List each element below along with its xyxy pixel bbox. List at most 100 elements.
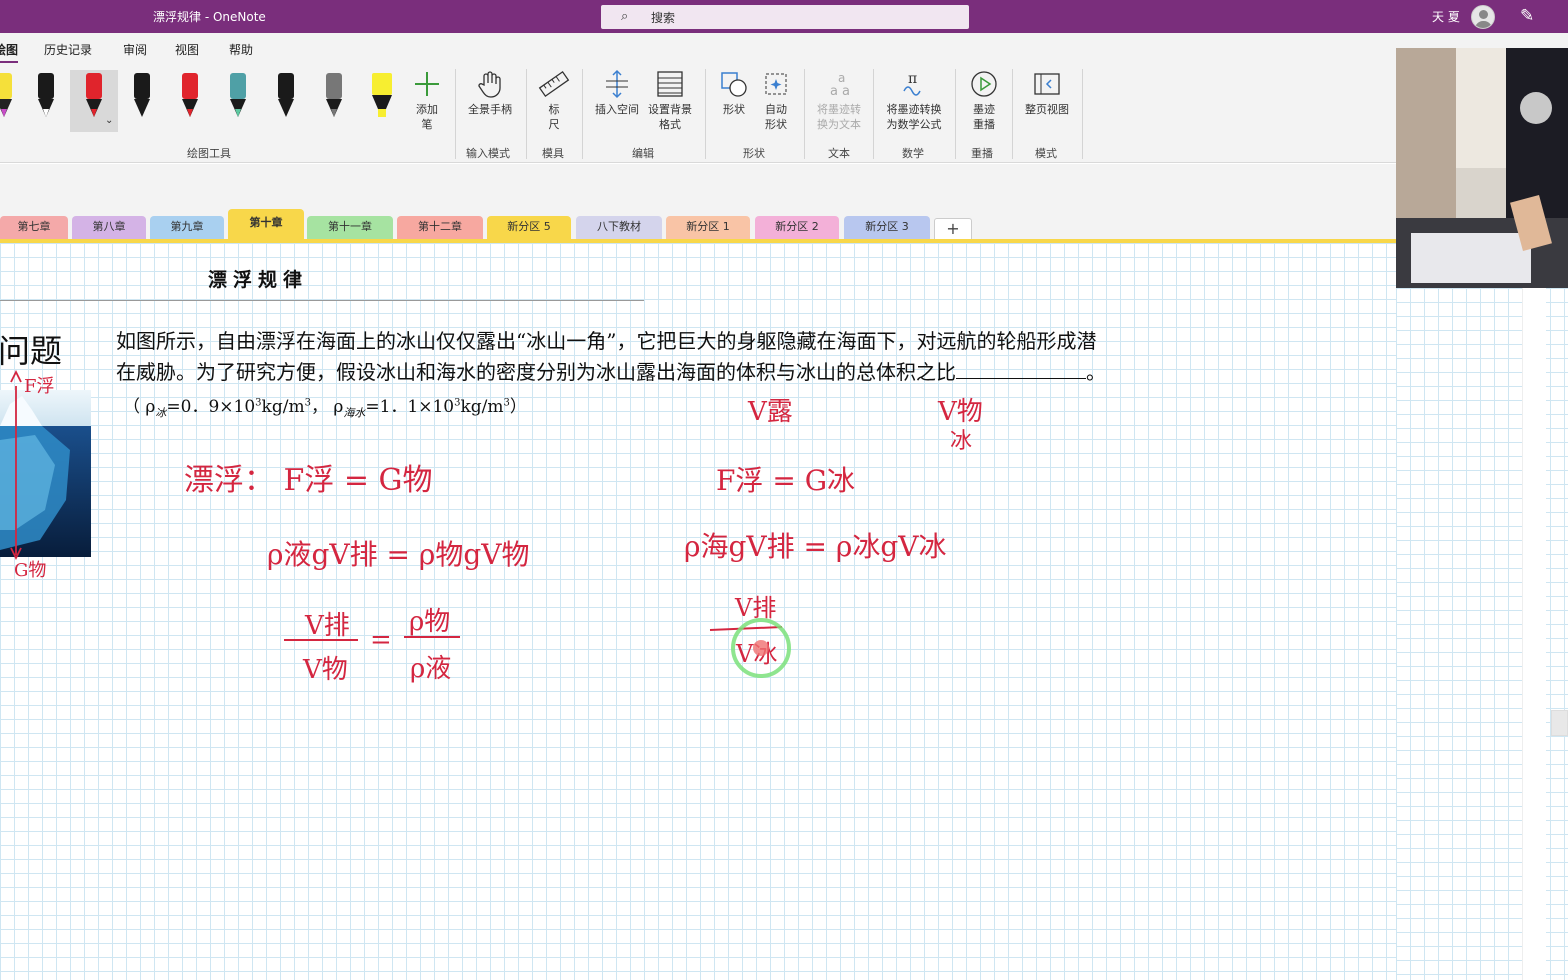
unit: kg/m (261, 397, 305, 417)
question-line-2b: 。 (1086, 360, 1106, 384)
unit: kg/m (460, 397, 504, 417)
pen-black3-icon[interactable] (274, 71, 298, 119)
vertical-scrollbar[interactable] (1522, 288, 1546, 980)
separator (873, 69, 874, 159)
rho-ice-sub: 冰 (155, 406, 167, 420)
auto-shape-icon (765, 73, 787, 95)
density-formula[interactable]: （ ρ冰=0．9×103kg/m3， ρ海水=1．1×103kg/m3） (123, 392, 527, 420)
rho-ice-val: =0．9×10 (166, 397, 256, 417)
tab-history[interactable]: 历史记录 (44, 41, 92, 58)
separator (526, 69, 527, 159)
group-edit: 编辑 (632, 147, 654, 160)
pen-red-icon[interactable] (82, 71, 106, 119)
pen-icon[interactable]: ✎ (1520, 6, 1534, 26)
separator (582, 69, 583, 159)
title-bar: 漂浮规律 - OneNote ⌕ 搜索 天 夏 ✎ (0, 0, 1568, 33)
svg-text:a: a (842, 84, 850, 99)
group-input-mode: 输入模式 (466, 147, 510, 160)
section-tab[interactable]: 第十二章 (397, 216, 483, 241)
ink-to-math-button[interactable]: π 将墨迹转换 为数学公式 (881, 69, 947, 132)
group-math: 数学 (902, 147, 924, 160)
tab-help[interactable]: 帮助 (229, 41, 253, 58)
insert-space-button[interactable]: 插入空间 (592, 69, 642, 117)
pen-black-icon[interactable] (34, 71, 58, 119)
section-tab[interactable]: 第十一章 (307, 216, 393, 241)
ribbon-gap (0, 164, 1396, 208)
page-title[interactable]: 漂浮规律 (208, 265, 308, 292)
insert-space-icon (606, 69, 628, 99)
question-line-2a: 在威胁。为了研究方便，假设冰山和海水的密度分别为冰山露出海面的体积与冰山的总体积… (116, 360, 956, 384)
ink-replay-button[interactable]: 墨迹 重播 (966, 69, 1002, 132)
section-tab[interactable]: 新分区 3 (844, 216, 930, 241)
ink-to-math-icon: π (903, 71, 921, 96)
formula-comma: ， ρ (310, 397, 344, 417)
group-replay: 重播 (971, 147, 993, 160)
pan-hand-button[interactable]: 全景手柄 (463, 69, 517, 117)
page-format-icon (657, 71, 683, 97)
shapes-icon (721, 72, 747, 97)
scroll-thumb[interactable] (1551, 710, 1568, 736)
question-text[interactable]: 如图所示，自由漂浮在海面上的冰山仅仅露出“冰山一角”，它把巨大的身躯隐藏在海面下… (116, 326, 1306, 388)
replay-icon (971, 71, 997, 97)
separator (705, 69, 706, 159)
pen-yellow-icon[interactable] (0, 71, 16, 119)
separator (955, 69, 956, 159)
group-text: 文本 (828, 147, 850, 160)
side-heading[interactable]: 角问题 (0, 326, 62, 372)
avatar[interactable] (1471, 5, 1495, 29)
document-title: 漂浮规律 - OneNote (153, 10, 266, 24)
page-format-button[interactable]: 设置背景 格式 (645, 69, 695, 132)
section-tab[interactable]: 八下教材 (576, 216, 662, 241)
shapes-button[interactable]: 形状 (716, 69, 752, 117)
pen-black2-icon[interactable] (130, 71, 154, 119)
user-name[interactable]: 天 夏 (1432, 8, 1460, 25)
add-pen-label: 添加 笔 (416, 103, 438, 131)
webcam-video (1396, 48, 1568, 288)
section-tab-active[interactable]: 第十章 (228, 209, 304, 241)
search-icon: ⌕ (621, 9, 629, 24)
ruler-icon (538, 70, 570, 98)
auto-shape-label: 自动 形状 (765, 103, 787, 131)
highlighter-yellow-icon[interactable] (370, 71, 394, 119)
tab-draw[interactable]: 绘图 (0, 41, 19, 63)
section-tab[interactable]: 第九章 (150, 216, 224, 241)
pen-galaxy-icon[interactable] (226, 71, 250, 119)
auto-shape-button[interactable]: 自动 形状 (758, 69, 794, 132)
hand-icon (478, 71, 501, 98)
section-tab[interactable]: 新分区 1 (666, 216, 750, 241)
ribbon: ⌄ 添加 笔 绘图工具 全景手柄 输入模式 标 尺 模具 插入空间 设置背景 格… (0, 63, 1568, 163)
rho-sea-sub: 海水 (343, 406, 366, 420)
group-drawing-tools: 绘图工具 (187, 147, 231, 160)
rho-sea-val: =1．1×10 (365, 397, 455, 417)
page-view-button[interactable]: 整页视图 (1020, 69, 1074, 117)
insert-space-label: 插入空间 (595, 103, 639, 116)
ruler-label: 标 尺 (548, 103, 560, 131)
plus-icon (415, 72, 439, 96)
title-rule (0, 300, 644, 301)
ink-to-text-label: 将墨迹转 换为文本 (817, 103, 861, 131)
ruler-button[interactable]: 标 尺 (536, 69, 572, 132)
ink-to-text-icon: aa a (830, 71, 850, 99)
page-view-icon (1034, 73, 1060, 95)
separator (455, 69, 456, 159)
tab-view[interactable]: 视图 (175, 41, 199, 58)
search-placeholder: 搜索 (651, 11, 676, 25)
section-tab[interactable]: 新分区 2 (755, 216, 839, 241)
tab-review[interactable]: 审阅 (123, 41, 147, 58)
ink-to-text-button[interactable]: aaa 将墨迹转 换为文本 (812, 69, 866, 132)
pen-gray-icon[interactable] (322, 71, 346, 119)
pen-red2-icon[interactable] (178, 71, 202, 119)
group-mode: 模式 (1035, 147, 1057, 160)
page-view-label: 整页视图 (1025, 103, 1069, 116)
section-tab[interactable]: 第八章 (72, 216, 146, 241)
section-tab[interactable]: 第七章 (0, 216, 68, 241)
menu-tabs: 绘图 历史记录 审阅 视图 帮助 (0, 33, 1568, 63)
separator (1012, 69, 1013, 159)
search-box[interactable]: ⌕ 搜索 (601, 5, 969, 29)
add-section-button[interactable]: + (934, 218, 972, 240)
iceberg-image[interactable] (0, 390, 91, 557)
add-pen-button[interactable]: 添加 笔 (413, 69, 441, 132)
svg-text:π: π (908, 71, 917, 87)
chevron-down-icon[interactable]: ⌄ (105, 115, 113, 126)
section-tab[interactable]: 新分区 5 (487, 216, 571, 241)
